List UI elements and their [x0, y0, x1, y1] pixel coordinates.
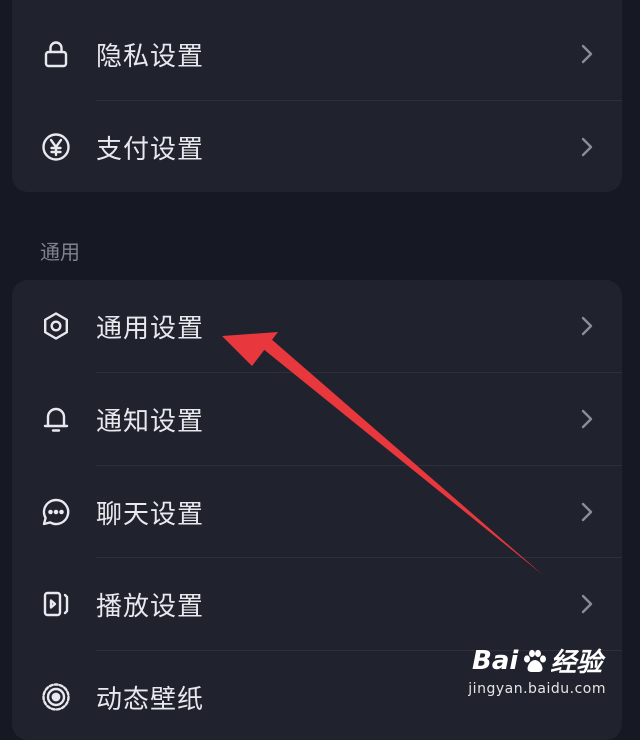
watermark-brand-right: 经验 [550, 648, 603, 678]
section-title-general: 通用 [40, 240, 80, 264]
chevron-right-icon [578, 406, 596, 432]
settings-card-account: 隐私设置 支付设置 [12, 0, 622, 192]
settings-item-chat[interactable]: 聊天设置 [12, 466, 622, 558]
settings-item-label: 动态壁纸 [96, 684, 205, 715]
lock-icon [40, 38, 72, 70]
bell-icon [40, 403, 72, 435]
baidu-paw-icon [524, 649, 547, 672]
chevron-right-icon [578, 499, 596, 525]
settings-item-label: 支付设置 [96, 134, 205, 165]
settings-item-label: 通知设置 [96, 406, 205, 437]
chevron-right-icon [578, 591, 596, 617]
gear-icon [40, 310, 72, 342]
watermark-brand-left: Bai [472, 645, 519, 676]
settings-item-playback[interactable]: 播放设置 [12, 558, 622, 650]
chevron-right-icon [578, 313, 596, 339]
chat-bubble-icon [40, 496, 72, 528]
watermark-url: jingyan.baidu.com [468, 681, 606, 697]
yuan-icon [40, 131, 72, 163]
settings-item-payment[interactable]: 支付设置 [12, 101, 622, 192]
chevron-right-icon [578, 134, 596, 160]
settings-item-privacy[interactable]: 隐私设置 [12, 8, 622, 100]
play-icon [40, 588, 72, 620]
settings-item-label: 通用设置 [96, 313, 205, 344]
settings-item-label: 隐私设置 [96, 41, 205, 72]
chevron-right-icon [578, 41, 596, 67]
baidu-jingyan-watermark: Bai 经验 jingyan.baidu.com [468, 642, 606, 698]
settings-item-general[interactable]: 通用设置 [12, 280, 622, 372]
live-wallpaper-icon [40, 681, 72, 713]
settings-item-label: 聊天设置 [96, 499, 205, 530]
settings-item-notifications[interactable]: 通知设置 [12, 373, 622, 465]
settings-item-label: 播放设置 [96, 591, 205, 622]
